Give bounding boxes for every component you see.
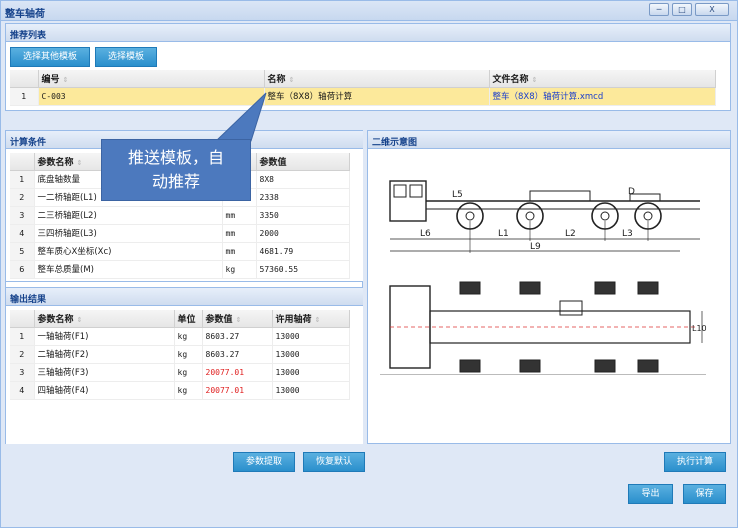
table-row[interactable]: 2 二轴轴荷(F2) kg 8603.27 13000 (10, 345, 350, 364)
recommend-panel: 推荐列表 选择其他模板 选择模板 编号 ⇕ 名称 ⇕ 文件名称 ⇕ 1 C-00… (5, 23, 731, 111)
save-button[interactable]: 保存 (683, 484, 726, 504)
window-title: 整车轴荷 (5, 9, 45, 20)
close-button[interactable]: X (695, 3, 729, 16)
table-row[interactable]: 3 三轴轴荷(F3) kg 20077.01 13000 (10, 363, 350, 382)
export-button[interactable]: 导出 (628, 484, 673, 504)
title-bar: 整车轴荷 ─ □ X (1, 1, 737, 21)
col-param-name[interactable]: 参数名称 ⇕ (34, 310, 175, 328)
output-panel: 输出结果 参数名称 ⇕ 单位 参数值 ⇕ 许用轴荷 ⇕ 1 一轴轴荷(F1) kg 8… (6, 287, 363, 444)
diagram-header: 二维示意图 (368, 131, 730, 149)
col-name[interactable]: 名称 ⇕ (264, 70, 490, 88)
col-allow-load[interactable]: 许用轴荷 ⇕ (272, 310, 350, 328)
table-row[interactable]: 1 一轴轴荷(F1) kg 8603.27 13000 (10, 327, 350, 346)
callout-annotation: 推送模板，自 动推荐 (101, 139, 251, 201)
select-other-template-button[interactable]: 选择其他模板 (10, 47, 90, 67)
select-template-button[interactable]: 选择模板 (95, 47, 157, 67)
diagram-panel: 二维示意图 L5 L6 L1 L2 L3 L9 D L10 (367, 130, 731, 444)
dim-label-l9: L9 (530, 242, 541, 252)
reset-default-button[interactable]: 恢复默认 (303, 452, 365, 472)
table-row[interactable]: 1 C-003 整车（8X8）轴荷计算 整车（8X8）轴荷计算.xmcd (10, 87, 716, 106)
dim-label-l10: L10 (692, 324, 707, 333)
recommend-table: 编号 ⇕ 名称 ⇕ 文件名称 ⇕ 1 C-003 整车（8X8）轴荷计算 整车（… (10, 70, 716, 106)
file-link[interactable]: 整车（8X8）轴荷计算.xmcd (489, 87, 716, 106)
execute-calc-button[interactable]: 执行计算 (664, 452, 726, 472)
truck-side-view: L5 L6 L1 L2 L3 L9 D (389, 180, 700, 253)
table-row[interactable]: 4 三四桥轴距(L3) mm 2000 (10, 224, 350, 243)
table-row[interactable]: 6 整车总质量(M) kg 57360.55 (10, 260, 350, 279)
dim-label-l3: L3 (622, 229, 633, 239)
minimize-button[interactable]: ─ (649, 3, 669, 16)
dim-label-l6: L6 (420, 229, 431, 239)
output-table: 参数名称 ⇕ 单位 参数值 ⇕ 许用轴荷 ⇕ 1 一轴轴荷(F1) kg 8603.2… (10, 310, 350, 400)
dim-label-l1: L1 (498, 229, 509, 239)
recommend-header: 推荐列表 (6, 24, 730, 42)
diagram-divider (380, 374, 706, 375)
axle-load-window: 整车轴荷 ─ □ X 推荐列表 选择其他模板 选择模板 编号 ⇕ 名称 ⇕ 文件… (0, 0, 738, 528)
output-header: 输出结果 (6, 288, 363, 306)
extract-params-button[interactable]: 参数提取 (233, 452, 295, 472)
col-param-value[interactable]: 参数值 ⇕ (202, 310, 273, 328)
table-row[interactable]: 4 四轴轴荷(F4) kg 20077.01 13000 (10, 381, 350, 400)
dim-label-d: D (628, 187, 635, 197)
maximize-button[interactable]: □ (672, 3, 692, 16)
col-file[interactable]: 文件名称 ⇕ (489, 70, 716, 88)
dim-label-l2: L2 (565, 229, 576, 239)
table-row[interactable]: 5 整车质心X坐标(Xc) mm 4681.79 (10, 242, 350, 261)
col-code[interactable]: 编号 ⇕ (38, 70, 265, 88)
dim-label-l5: L5 (452, 190, 463, 200)
truck-top-view: L10 (389, 281, 707, 373)
table-row[interactable]: 3 二三桥轴距(L2) mm 3350 (10, 206, 350, 225)
truck-diagram: L5 L6 L1 L2 L3 L9 D L10 (389, 180, 707, 373)
col-unit[interactable]: 单位 (174, 310, 203, 328)
col-param-value[interactable]: 参数值 (256, 153, 350, 171)
